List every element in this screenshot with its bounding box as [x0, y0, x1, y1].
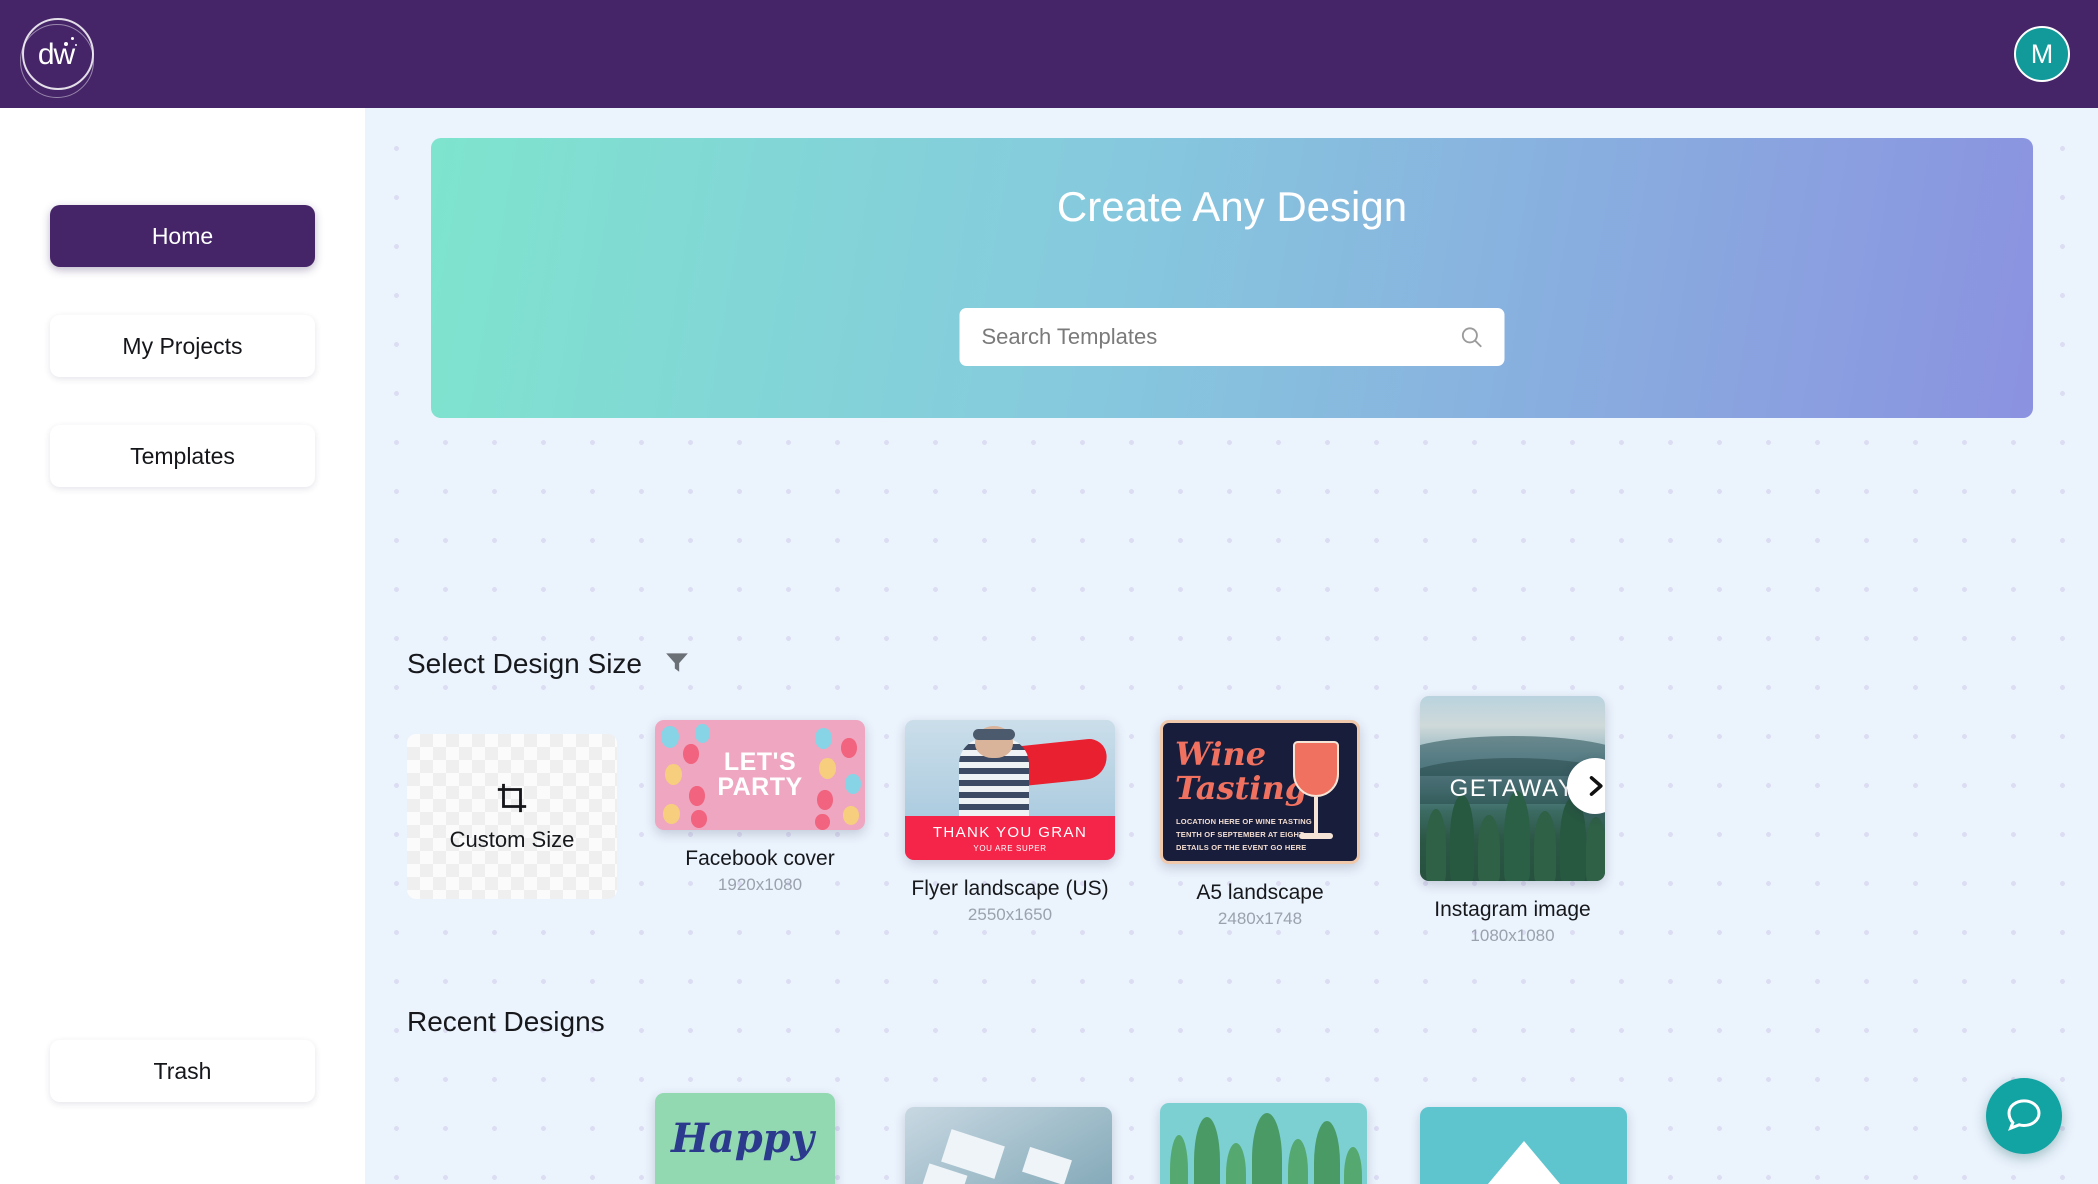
- search-icon[interactable]: [1459, 324, 1485, 350]
- design-size-caption: Instagram image 1080x1080: [1420, 898, 1605, 946]
- template-thumbnail-line2: YOU ARE SUPER: [973, 843, 1047, 853]
- page-title: Create Any Design: [1056, 183, 1408, 230]
- avatar[interactable]: M: [2014, 26, 2070, 82]
- custom-size-thumbnail: Custom Size: [407, 734, 617, 899]
- design-size-card-a5-landscape[interactable]: Wine Tasting LOCATION HERE OF WINE TASTI…: [1160, 720, 1360, 929]
- template-thumbnail: LET'S PARTY: [655, 720, 865, 830]
- sidebar-item-label: Trash: [153, 1057, 212, 1084]
- design-size-name: Flyer landscape (US): [911, 877, 1109, 900]
- template-thumbnail-text: LET'S PARTY: [655, 720, 865, 830]
- search-templates-box[interactable]: [959, 308, 1505, 366]
- template-detail-line: DETAILS OF THE EVENT GO HERE: [1176, 843, 1307, 852]
- design-size-dimensions: 2480x1748: [1217, 909, 1303, 928]
- design-size-card-row: Custom Size LET'S PARTY Facebook cover 1…: [365, 696, 2098, 970]
- design-size-dimensions: 1080x1080: [1470, 926, 1555, 945]
- template-thumbnail: Wine Tasting LOCATION HERE OF WINE TASTI…: [1160, 720, 1360, 864]
- sidebar-item-home[interactable]: Home: [50, 205, 315, 267]
- template-thumbnail-text: THANK YOU GRAN YOU ARE SUPER: [905, 816, 1115, 860]
- design-size-card-custom[interactable]: Custom Size: [407, 734, 617, 899]
- template-thumbnail-line1: LET'S: [723, 748, 797, 776]
- recent-design-card[interactable]: [905, 1107, 1112, 1184]
- sidebar-item-templates[interactable]: Templates: [50, 425, 315, 487]
- recent-design-card[interactable]: [1160, 1103, 1367, 1184]
- logo-sparkle-icon: [64, 36, 78, 50]
- template-thumbnail-details: LOCATION HERE OF WINE TASTING TENTH OF S…: [1176, 817, 1312, 856]
- recent-designs-header: Recent Designs: [407, 1006, 605, 1038]
- design-size-name: Facebook cover: [685, 847, 835, 870]
- design-size-card-flyer-landscape[interactable]: THANK YOU GRAN YOU ARE SUPER Flyer lands…: [905, 720, 1115, 925]
- sidebar: Home My Projects Templates Trash: [0, 108, 365, 1184]
- template-thumbnail-line2: PARTY: [717, 773, 803, 801]
- recent-design-card[interactable]: [1420, 1107, 1627, 1184]
- design-size-dimensions: 2550x1650: [967, 905, 1053, 924]
- recent-design-text: Happy: [671, 1115, 814, 1162]
- search-input[interactable]: [981, 324, 1459, 350]
- filter-funnel-icon[interactable]: [664, 649, 690, 680]
- main-content: Create Any Design Select Design Size: [365, 108, 2098, 1184]
- top-bar: dw M: [0, 0, 2098, 108]
- wine-glass-icon: [1293, 741, 1339, 797]
- template-thumbnail: GETAWAY: [1420, 696, 1605, 881]
- chat-bubble-icon: [2004, 1094, 2044, 1139]
- custom-size-label: Custom Size: [449, 826, 575, 852]
- sidebar-item-my-projects[interactable]: My Projects: [50, 315, 315, 377]
- template-detail-line: LOCATION HERE OF WINE TASTING: [1176, 817, 1312, 826]
- template-thumbnail-line1: Wine: [1175, 735, 1267, 773]
- app-root: dw M Home My Projects Templates Trash Cr…: [0, 0, 2098, 1184]
- design-size-dimensions: 1920x1080: [717, 875, 803, 894]
- design-size-caption: Facebook cover 1920x1080: [655, 847, 865, 895]
- design-size-card-instagram-image[interactable]: GETAWAY Instagram image 1080x1080: [1420, 696, 1605, 946]
- design-size-card-facebook-cover[interactable]: LET'S PARTY Facebook cover 1920x1080: [655, 720, 865, 895]
- hero-banner: Create Any Design: [431, 138, 2033, 418]
- avatar-initial: M: [2030, 38, 2054, 69]
- design-size-name: A5 landscape: [1196, 881, 1324, 904]
- chat-button[interactable]: [1986, 1078, 2062, 1154]
- crop-icon: [495, 781, 529, 820]
- template-detail-line: TENTH OF SEPTEMBER AT EIGHT: [1176, 830, 1304, 839]
- design-size-caption: Flyer landscape (US) 2550x1650: [905, 877, 1115, 925]
- template-thumbnail-line2: Tasting: [1175, 769, 1308, 807]
- dw-circle-logo[interactable]: dw: [20, 18, 94, 98]
- sidebar-item-label: My Projects: [122, 332, 243, 359]
- sidebar-item-trash[interactable]: Trash: [50, 1040, 315, 1102]
- sidebar-item-label: Home: [151, 222, 214, 249]
- select-design-size-header: Select Design Size: [407, 648, 690, 680]
- design-size-caption: A5 landscape 2480x1748: [1160, 881, 1360, 929]
- recent-designs-row: Happy: [365, 1093, 2098, 1184]
- design-size-name: Instagram image: [1434, 898, 1591, 921]
- section-title: Select Design Size: [407, 648, 643, 679]
- template-thumbnail: THANK YOU GRAN YOU ARE SUPER: [905, 720, 1115, 860]
- sidebar-item-label: Templates: [130, 442, 235, 469]
- section-title: Recent Designs: [407, 1006, 605, 1037]
- recent-design-card[interactable]: Happy: [655, 1093, 835, 1184]
- template-thumbnail-line1: THANK YOU GRAN: [932, 823, 1088, 841]
